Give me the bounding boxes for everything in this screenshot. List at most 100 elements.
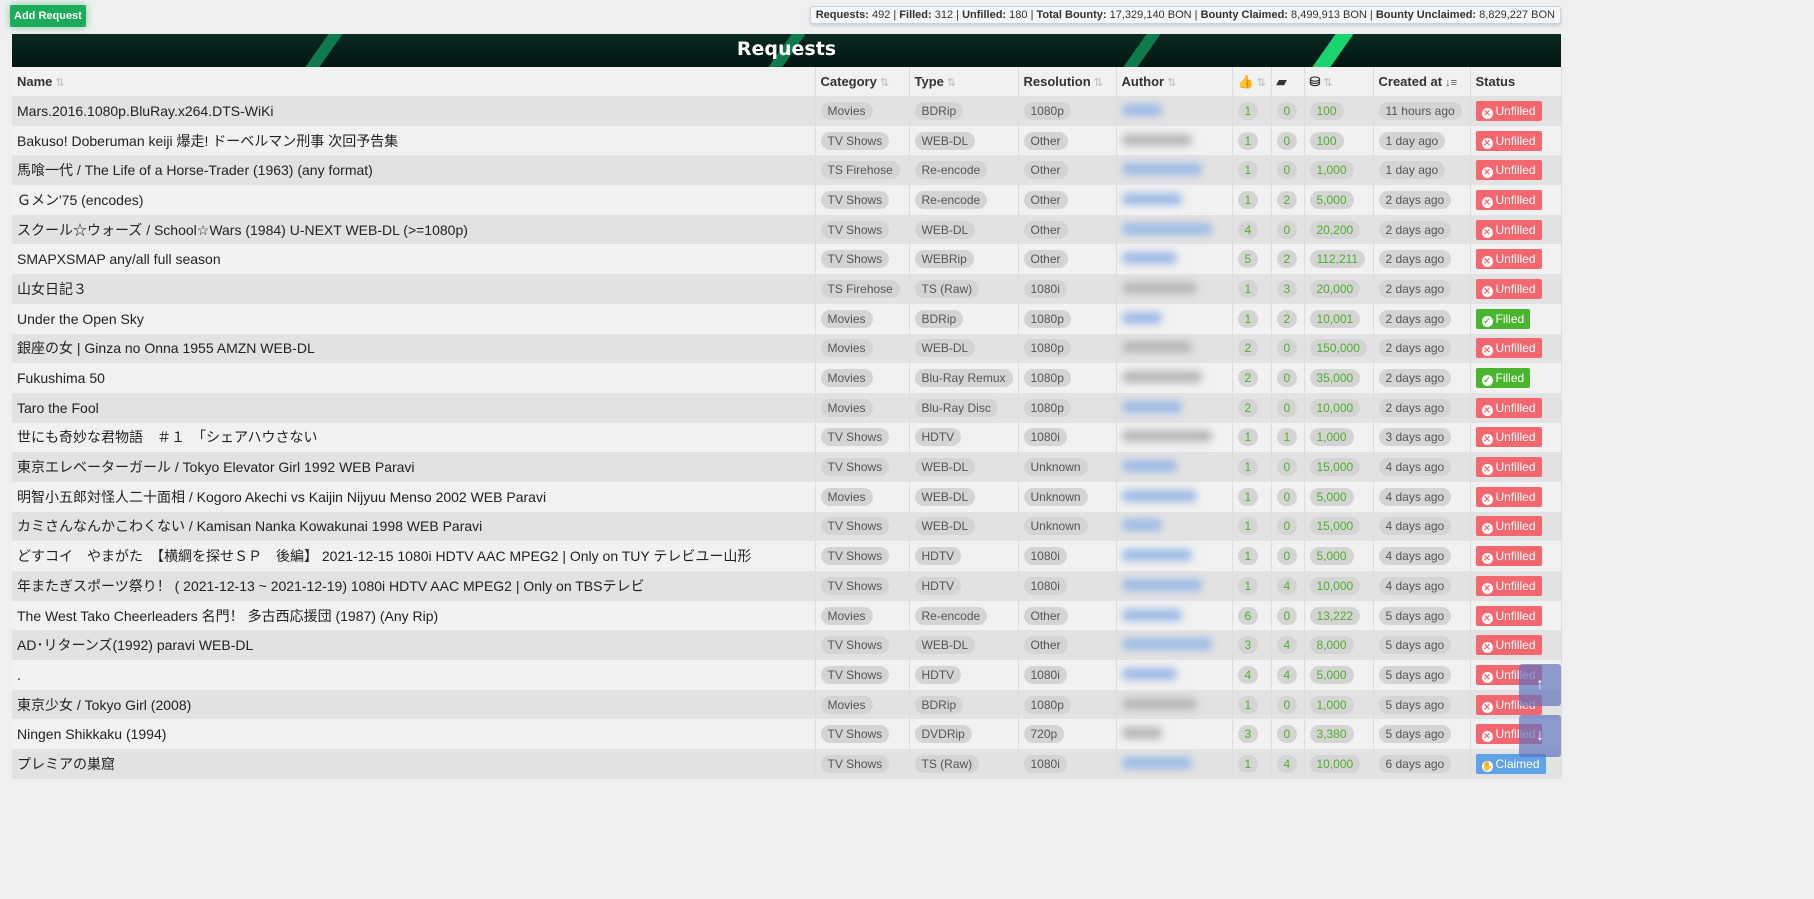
request-name[interactable]: 明智小五郎対怪人二十面相 / Kogoro Akechi vs Kaijin N… bbox=[12, 481, 816, 512]
comments-badge: 3 bbox=[1276, 279, 1298, 298]
author-cell[interactable] bbox=[1116, 630, 1233, 661]
author-blurred[interactable] bbox=[1121, 222, 1212, 235]
request-name[interactable]: Ningen Shikkaku (1994) bbox=[12, 719, 816, 750]
author-blurred[interactable] bbox=[1121, 549, 1192, 562]
category-cell: Movies bbox=[815, 333, 910, 364]
author-blurred[interactable] bbox=[1121, 578, 1202, 591]
request-name[interactable]: Fukushima 50 bbox=[12, 363, 816, 393]
author-cell[interactable] bbox=[1116, 244, 1233, 275]
request-name[interactable]: プレミアの巣窟 bbox=[12, 749, 816, 779]
request-name[interactable]: Taro the Fool bbox=[12, 392, 816, 423]
scroll-bottom-button[interactable]: ↓ bbox=[1519, 715, 1561, 757]
author-cell[interactable] bbox=[1116, 303, 1233, 334]
column-header-type[interactable]: Type ⇅ bbox=[909, 67, 1019, 96]
request-name[interactable]: カミさんなんかこわくない / Kamisan Nanka Kowakunai 1… bbox=[12, 511, 816, 542]
column-header-category[interactable]: Category ⇅ bbox=[815, 67, 910, 96]
author-blurred[interactable] bbox=[1121, 252, 1177, 265]
author-cell[interactable] bbox=[1116, 392, 1233, 423]
author-blurred[interactable] bbox=[1121, 400, 1182, 413]
created-badge: 3 days ago bbox=[1378, 428, 1452, 447]
author-cell[interactable] bbox=[1116, 511, 1233, 542]
author-blurred[interactable] bbox=[1121, 311, 1162, 324]
author-cell[interactable] bbox=[1116, 660, 1233, 690]
author-cell[interactable] bbox=[1116, 571, 1233, 601]
status-icon: ✕ bbox=[1481, 434, 1493, 446]
request-stats: Requests: 492 | Filled: 312 | Unfilled: … bbox=[809, 6, 1561, 24]
comments-cell: 0 bbox=[1271, 452, 1305, 482]
author-cell[interactable] bbox=[1116, 452, 1233, 482]
author-cell[interactable] bbox=[1116, 185, 1233, 215]
author-blurred[interactable] bbox=[1121, 727, 1162, 740]
votes-cell: 2 bbox=[1232, 363, 1272, 393]
status-label: Unfilled bbox=[1495, 460, 1536, 475]
author-blurred[interactable] bbox=[1121, 371, 1202, 384]
author-blurred[interactable] bbox=[1121, 756, 1192, 769]
request-name[interactable]: 東京エレベーターガール / Tokyo Elevator Girl 1992 W… bbox=[12, 452, 816, 482]
author-cell[interactable] bbox=[1116, 214, 1233, 245]
bounty-badge: 112,211 bbox=[1309, 250, 1366, 269]
column-header-status: Status bbox=[1470, 67, 1562, 96]
column-header-resolution[interactable]: Resolution ⇅ bbox=[1018, 67, 1117, 96]
author-blurred[interactable] bbox=[1121, 430, 1212, 443]
request-name[interactable]: 馬喰一代 / The Life of a Horse-Trader (1963)… bbox=[12, 155, 816, 186]
author-blurred[interactable] bbox=[1121, 281, 1197, 294]
author-blurred[interactable] bbox=[1121, 133, 1192, 146]
author-cell[interactable] bbox=[1116, 96, 1233, 126]
resolution-cell: Other bbox=[1018, 630, 1117, 661]
request-name[interactable]: AD･リターンズ(1992) paravi WEB-DL bbox=[12, 630, 816, 661]
author-blurred[interactable] bbox=[1121, 608, 1182, 621]
table-row: 年またぎスポーツ祭り！ ( 2021-12-13 ~ 2021-12-19) 1… bbox=[12, 571, 1562, 601]
author-cell[interactable] bbox=[1116, 689, 1233, 720]
author-cell[interactable] bbox=[1116, 422, 1233, 453]
request-name[interactable]: The West Tako Cheerleaders 名門！ 多古西応援団 (1… bbox=[12, 600, 816, 631]
request-name[interactable]: Mars.2016.1080p.BluRay.x264.DTS-WiKi bbox=[12, 96, 816, 126]
request-name[interactable]: 世にも奇妙な君物語 ＃１ 「シェアハウさない bbox=[12, 422, 816, 453]
request-name[interactable]: Under the Open Sky bbox=[12, 303, 816, 334]
request-name[interactable]: SMAPXSMAP any/all full season bbox=[12, 244, 816, 275]
request-name[interactable]: スクール☆ウォーズ / School☆Wars (1984) U-NEXT WE… bbox=[12, 214, 816, 245]
author-cell[interactable] bbox=[1116, 363, 1233, 393]
request-name[interactable]: Bakuso! Doberuman keiji 爆走! ドーベルマン刑事 次回予… bbox=[12, 125, 816, 156]
author-blurred[interactable] bbox=[1121, 519, 1162, 532]
scroll-top-button[interactable]: ↑ bbox=[1519, 664, 1561, 706]
author-blurred[interactable] bbox=[1121, 103, 1162, 116]
request-name[interactable]: 山女日記３ bbox=[12, 274, 816, 304]
column-header-bounty[interactable]: ⛁ ⇅ bbox=[1304, 67, 1374, 96]
request-name[interactable]: どすコイ やまがた 【横綱を探せＳＰ 後編】 2021-12-15 1080i … bbox=[12, 541, 816, 571]
author-cell[interactable] bbox=[1116, 749, 1233, 779]
author-blurred[interactable] bbox=[1121, 341, 1192, 354]
author-blurred[interactable] bbox=[1121, 192, 1182, 205]
request-name[interactable]: 銀座の女 | Ginza no Onna 1955 AMZN WEB-DL bbox=[12, 333, 816, 364]
column-header-votes[interactable]: 👍 ⇅ bbox=[1232, 67, 1272, 96]
author-cell[interactable] bbox=[1116, 481, 1233, 512]
comments-badge: 0 bbox=[1276, 398, 1298, 417]
author-blurred[interactable] bbox=[1121, 638, 1212, 651]
resolution-cell: Unknown bbox=[1018, 511, 1117, 542]
request-name[interactable]: 東京少女 / Tokyo Girl (2008) bbox=[12, 689, 816, 720]
column-header-author[interactable]: Author ⇅ bbox=[1116, 67, 1233, 96]
author-blurred[interactable] bbox=[1121, 489, 1197, 502]
request-name[interactable]: Ｇメン'75 (encodes) bbox=[12, 185, 816, 215]
author-blurred[interactable] bbox=[1121, 697, 1197, 710]
author-cell[interactable] bbox=[1116, 541, 1233, 571]
author-cell[interactable] bbox=[1116, 274, 1233, 304]
author-cell[interactable] bbox=[1116, 333, 1233, 364]
request-name[interactable]: 年またぎスポーツ祭り！ ( 2021-12-13 ~ 2021-12-19) 1… bbox=[12, 571, 816, 601]
sort-icon: ⇅ bbox=[946, 77, 957, 89]
column-header-created[interactable]: Created at ↓≡ bbox=[1373, 67, 1471, 96]
resolution-badge: Other bbox=[1023, 190, 1068, 209]
author-blurred[interactable] bbox=[1121, 667, 1177, 680]
column-header-name[interactable]: Name ⇅ bbox=[12, 67, 816, 96]
status-cell: ✓ Filled bbox=[1470, 363, 1562, 393]
request-name[interactable]: . bbox=[12, 660, 816, 690]
author-cell[interactable] bbox=[1116, 155, 1233, 186]
category-badge: TV Shows bbox=[820, 665, 890, 684]
column-header-comments[interactable]: ▰ bbox=[1271, 67, 1305, 96]
author-blurred[interactable] bbox=[1121, 163, 1202, 176]
author-blurred[interactable] bbox=[1121, 460, 1177, 473]
author-cell[interactable] bbox=[1116, 125, 1233, 156]
author-cell[interactable] bbox=[1116, 719, 1233, 750]
author-cell[interactable] bbox=[1116, 600, 1233, 631]
status-badge: ✕ Unfilled bbox=[1475, 516, 1542, 537]
add-request-button[interactable]: Add Request bbox=[10, 5, 86, 27]
